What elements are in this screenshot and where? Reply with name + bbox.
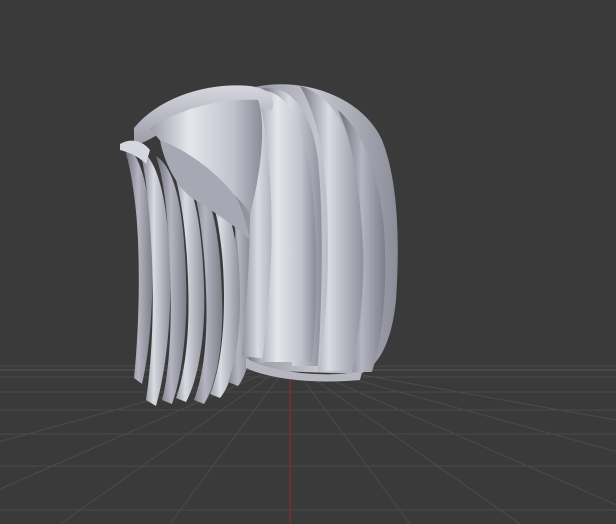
floor-grid (0, 361, 616, 524)
3d-viewport[interactable] (0, 0, 616, 524)
viewport-canvas[interactable] (0, 0, 616, 524)
hair-model[interactable] (120, 84, 398, 406)
